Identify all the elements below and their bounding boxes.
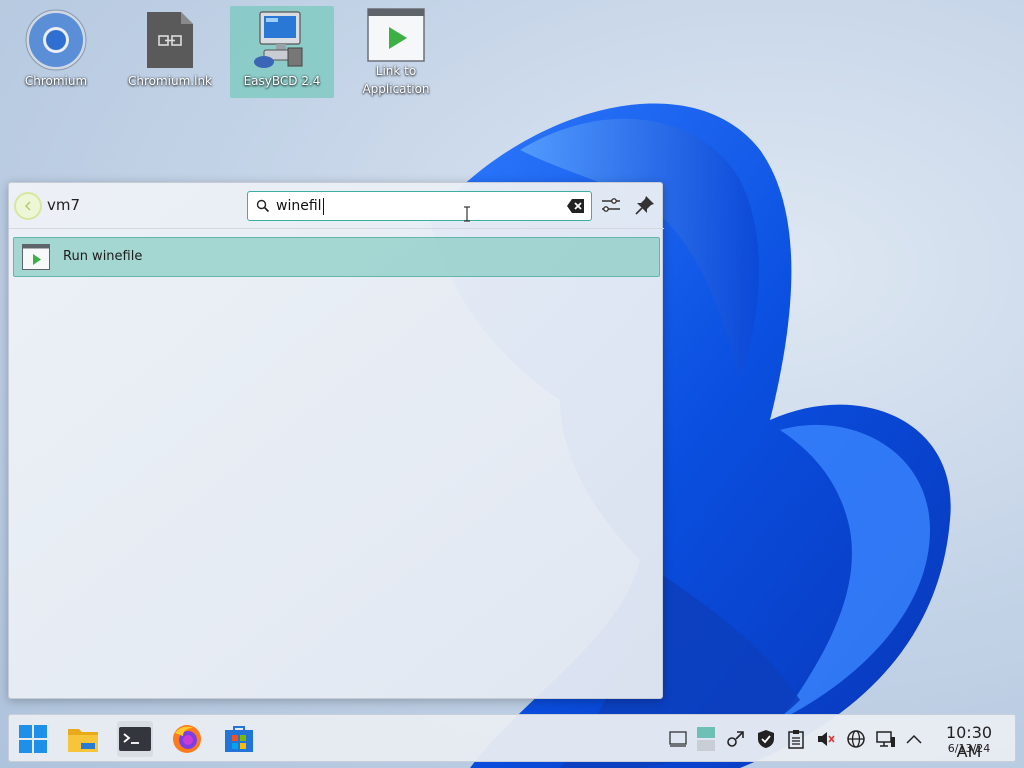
- firefox-button[interactable]: [169, 721, 205, 757]
- connect-icon: [727, 731, 744, 747]
- volume-muted-icon: [818, 732, 835, 746]
- application-launcher-panel: vm7 winefil Run winefile: [8, 182, 664, 699]
- shield-check-icon: [758, 730, 774, 748]
- terminal-icon: [119, 727, 151, 751]
- clipboard-tray[interactable]: [785, 728, 807, 750]
- run-application-icon: [22, 244, 50, 270]
- folder-icon: [68, 729, 98, 752]
- firefox-icon: [173, 725, 201, 753]
- desktop-icon-label: Link to Application: [362, 64, 430, 96]
- user-avatar[interactable]: [14, 192, 42, 220]
- volume-tray[interactable]: [815, 728, 837, 750]
- pin-icon[interactable]: [633, 193, 657, 217]
- desktop-icon-chromium[interactable]: Chromium: [4, 6, 108, 98]
- clipboard-icon: [788, 730, 804, 749]
- pager-tray[interactable]: [695, 727, 717, 751]
- show-desktop-icon: [669, 731, 687, 747]
- text-cursor-icon: [464, 206, 470, 222]
- clock-date[interactable]: 6/13/24: [933, 742, 1005, 755]
- start-menu-button[interactable]: [15, 721, 51, 757]
- chevron-left-icon: [24, 201, 31, 211]
- clear-search-icon[interactable]: [567, 198, 585, 214]
- search-input-value: winefil: [276, 198, 324, 215]
- taskbar: 10:30 AM 6/13/24: [8, 714, 1016, 762]
- desktop-icon-label: EasyBCD 2.4: [243, 74, 321, 88]
- security-tray[interactable]: [755, 728, 777, 750]
- desktop-icon-easybcd[interactable]: EasyBCD 2.4: [230, 6, 334, 98]
- shortcut-file-icon: [138, 8, 202, 72]
- search-icon: [256, 199, 270, 213]
- store-icon: [225, 726, 253, 752]
- show-desktop-tray[interactable]: [667, 728, 689, 750]
- chevron-up-icon: [906, 734, 922, 744]
- search-result-item[interactable]: Run winefile: [13, 237, 660, 277]
- terminal-button[interactable]: [117, 721, 153, 757]
- display-tray[interactable]: [875, 728, 897, 750]
- desktop-icon-label: Chromium.lnk: [127, 74, 213, 88]
- tray-expander[interactable]: [903, 728, 925, 750]
- windows-logo-icon: [19, 725, 47, 753]
- wired-network-icon: [876, 731, 895, 747]
- search-result-label: Run winefile: [63, 249, 143, 264]
- globe-network-icon: [847, 730, 865, 748]
- kde-connect-tray[interactable]: [725, 728, 747, 750]
- launcher-header: vm7 winefil: [9, 183, 664, 229]
- search-input[interactable]: winefil: [247, 191, 592, 221]
- desktop-icon-chromium-lnk[interactable]: Chromium.lnk: [118, 6, 222, 98]
- username-label: vm7: [47, 196, 81, 214]
- configure-filter-icon[interactable]: [599, 193, 623, 217]
- store-button[interactable]: [221, 721, 257, 757]
- easybcd-computer-icon: [250, 8, 314, 72]
- file-manager-button[interactable]: [65, 721, 101, 757]
- desktop-icon-link-to-application[interactable]: Link to Application: [344, 6, 448, 98]
- chromium-icon: [24, 8, 88, 72]
- virtual-desktop-pager-icon: [697, 727, 715, 751]
- desktop-icon-label: Chromium: [24, 74, 88, 88]
- network-tray[interactable]: [845, 728, 867, 750]
- application-launcher-icon: [364, 8, 428, 62]
